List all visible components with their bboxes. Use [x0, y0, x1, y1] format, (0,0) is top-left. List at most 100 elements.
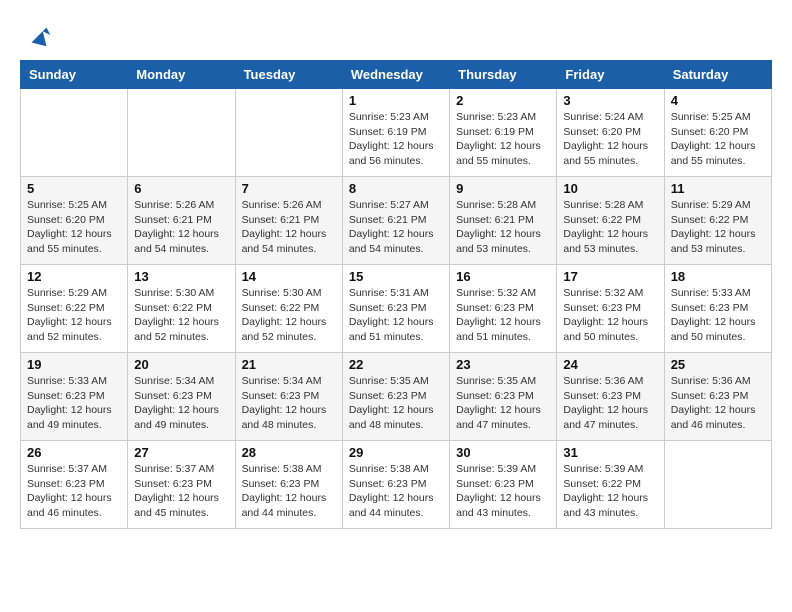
day-info: Sunrise: 5:26 AM Sunset: 6:21 PM Dayligh…	[242, 198, 336, 257]
day-info: Sunrise: 5:27 AM Sunset: 6:21 PM Dayligh…	[349, 198, 443, 257]
day-cell-27: 25 Sunrise: 5:36 AM Sunset: 6:23 PM Dayli…	[664, 353, 771, 441]
day-number: 21	[242, 357, 336, 372]
day-number: 24	[563, 357, 657, 372]
day-number: 29	[349, 445, 443, 460]
day-cell-15: 13Sunrise: 5:30 AM Sunset: 6:22 PM Dayli…	[128, 265, 235, 353]
day-number: 9	[456, 181, 550, 196]
day-number: 10	[563, 181, 657, 196]
day-info: Sunrise: 5:25 AM Sunset: 6:20 PM Dayligh…	[671, 110, 765, 169]
day-info: Sunrise: 5:38 AM Sunset: 6:23 PM Dayligh…	[349, 462, 443, 521]
day-number: 1	[349, 93, 443, 108]
day-number: 19	[27, 357, 121, 372]
week-row-5: 26 Sunrise: 5:37 AM Sunset: 6:23 PM Dayli…	[21, 441, 772, 529]
day-number: 7	[242, 181, 336, 196]
calendar-body: 1 Sunrise: 5:23 AM Sunset: 6:19 PM Daylig…	[21, 89, 772, 529]
day-info: Sunrise: 5:33 AM Sunset: 6:23 PM Dayligh…	[671, 286, 765, 345]
day-info: Sunrise: 5:37 AM Sunset: 6:23 PM Dayligh…	[134, 462, 228, 521]
day-cell-5: 3Sunrise: 5:24 AM Sunset: 6:20 PM Daylig…	[557, 89, 664, 177]
day-info: Sunrise: 5:28 AM Sunset: 6:21 PM Dayligh…	[456, 198, 550, 257]
day-info: Sunrise: 5:30 AM Sunset: 6:22 PM Dayligh…	[242, 286, 336, 345]
calendar-table: SundayMondayTuesdayWednesdayThursdayFrid…	[20, 60, 772, 529]
day-cell-25: 23 Sunrise: 5:35 AM Sunset: 6:23 PM Dayli…	[450, 353, 557, 441]
day-info: Sunrise: 5:35 AM Sunset: 6:23 PM Dayligh…	[349, 374, 443, 433]
day-cell-16: 14 Sunrise: 5:30 AM Sunset: 6:22 PM Dayli…	[235, 265, 342, 353]
day-number: 6	[134, 181, 228, 196]
page-header	[20, 20, 772, 50]
day-info: Sunrise: 5:33 AM Sunset: 6:23 PM Dayligh…	[27, 374, 121, 433]
day-info: Sunrise: 5:29 AM Sunset: 6:22 PM Dayligh…	[27, 286, 121, 345]
day-cell-6: 4 Sunrise: 5:25 AM Sunset: 6:20 PM Daylig…	[664, 89, 771, 177]
day-info: Sunrise: 5:34 AM Sunset: 6:23 PM Dayligh…	[134, 374, 228, 433]
day-info: Sunrise: 5:35 AM Sunset: 6:23 PM Dayligh…	[456, 374, 550, 433]
day-number: 2	[456, 93, 550, 108]
day-info: Sunrise: 5:23 AM Sunset: 6:19 PM Dayligh…	[349, 110, 443, 169]
day-info: Sunrise: 5:36 AM Sunset: 6:23 PM Dayligh…	[563, 374, 657, 433]
day-number: 20	[134, 357, 228, 372]
calendar-header: SundayMondayTuesdayWednesdayThursdayFrid…	[21, 61, 772, 89]
day-cell-22: 20 Sunrise: 5:34 AM Sunset: 6:23 PM Dayli…	[128, 353, 235, 441]
day-cell-28: 26 Sunrise: 5:37 AM Sunset: 6:23 PM Dayli…	[21, 441, 128, 529]
logo-icon	[24, 20, 54, 50]
day-number: 16	[456, 269, 550, 284]
weekday-monday: Monday	[128, 61, 235, 89]
day-number: 14	[242, 269, 336, 284]
day-number: 12	[27, 269, 121, 284]
day-cell-30: 28Sunrise: 5:38 AM Sunset: 6:23 PM Dayli…	[235, 441, 342, 529]
day-cell-24: 22 Sunrise: 5:35 AM Sunset: 6:23 PM Dayli…	[342, 353, 449, 441]
day-info: Sunrise: 5:32 AM Sunset: 6:23 PM Dayligh…	[563, 286, 657, 345]
week-row-2: 5 Sunrise: 5:25 AM Sunset: 6:20 PM Daylig…	[21, 177, 772, 265]
week-row-4: 19 Sunrise: 5:33 AM Sunset: 6:23 PM Dayli…	[21, 353, 772, 441]
day-info: Sunrise: 5:37 AM Sunset: 6:23 PM Dayligh…	[27, 462, 121, 521]
day-number: 17	[563, 269, 657, 284]
day-info: Sunrise: 5:28 AM Sunset: 6:22 PM Dayligh…	[563, 198, 657, 257]
day-cell-4: 2Sunrise: 5:23 AM Sunset: 6:19 PM Daylig…	[450, 89, 557, 177]
day-cell-29: 27 Sunrise: 5:37 AM Sunset: 6:23 PM Dayli…	[128, 441, 235, 529]
weekday-friday: Friday	[557, 61, 664, 89]
day-info: Sunrise: 5:26 AM Sunset: 6:21 PM Dayligh…	[134, 198, 228, 257]
day-info: Sunrise: 5:36 AM Sunset: 6:23 PM Dayligh…	[671, 374, 765, 433]
day-cell-0	[21, 89, 128, 177]
day-info: Sunrise: 5:39 AM Sunset: 6:23 PM Dayligh…	[456, 462, 550, 521]
day-cell-2	[235, 89, 342, 177]
day-number: 27	[134, 445, 228, 460]
day-info: Sunrise: 5:30 AM Sunset: 6:22 PM Dayligh…	[134, 286, 228, 345]
weekday-thursday: Thursday	[450, 61, 557, 89]
day-number: 23	[456, 357, 550, 372]
day-info: Sunrise: 5:31 AM Sunset: 6:23 PM Dayligh…	[349, 286, 443, 345]
day-cell-13: 11Sunrise: 5:29 AM Sunset: 6:22 PM Dayli…	[664, 177, 771, 265]
day-number: 26	[27, 445, 121, 460]
day-cell-21: 19 Sunrise: 5:33 AM Sunset: 6:23 PM Dayli…	[21, 353, 128, 441]
day-info: Sunrise: 5:25 AM Sunset: 6:20 PM Dayligh…	[27, 198, 121, 257]
day-number: 22	[349, 357, 443, 372]
day-number: 4	[671, 93, 765, 108]
logo	[20, 20, 54, 50]
day-cell-8: 6 Sunrise: 5:26 AM Sunset: 6:21 PM Daylig…	[128, 177, 235, 265]
day-cell-17: 15 Sunrise: 5:31 AM Sunset: 6:23 PM Dayli…	[342, 265, 449, 353]
day-number: 30	[456, 445, 550, 460]
weekday-tuesday: Tuesday	[235, 61, 342, 89]
day-cell-20: 18 Sunrise: 5:33 AM Sunset: 6:23 PM Dayli…	[664, 265, 771, 353]
day-cell-23: 21Sunrise: 5:34 AM Sunset: 6:23 PM Dayli…	[235, 353, 342, 441]
day-cell-9: 7 Sunrise: 5:26 AM Sunset: 6:21 PM Daylig…	[235, 177, 342, 265]
day-number: 5	[27, 181, 121, 196]
day-cell-14: 12 Sunrise: 5:29 AM Sunset: 6:22 PM Dayli…	[21, 265, 128, 353]
day-cell-3: 1 Sunrise: 5:23 AM Sunset: 6:19 PM Daylig…	[342, 89, 449, 177]
day-cell-7: 5 Sunrise: 5:25 AM Sunset: 6:20 PM Daylig…	[21, 177, 128, 265]
day-number: 15	[349, 269, 443, 284]
day-cell-32: 30 Sunrise: 5:39 AM Sunset: 6:23 PM Dayli…	[450, 441, 557, 529]
day-number: 8	[349, 181, 443, 196]
day-cell-10: 8 Sunrise: 5:27 AM Sunset: 6:21 PM Daylig…	[342, 177, 449, 265]
day-number: 18	[671, 269, 765, 284]
day-info: Sunrise: 5:32 AM Sunset: 6:23 PM Dayligh…	[456, 286, 550, 345]
day-number: 25	[671, 357, 765, 372]
day-number: 3	[563, 93, 657, 108]
day-cell-12: 10 Sunrise: 5:28 AM Sunset: 6:22 PM Dayli…	[557, 177, 664, 265]
day-info: Sunrise: 5:38 AM Sunset: 6:23 PM Dayligh…	[242, 462, 336, 521]
day-cell-31: 29 Sunrise: 5:38 AM Sunset: 6:23 PM Dayli…	[342, 441, 449, 529]
weekday-sunday: Sunday	[21, 61, 128, 89]
day-cell-11: 9 Sunrise: 5:28 AM Sunset: 6:21 PM Daylig…	[450, 177, 557, 265]
day-cell-1	[128, 89, 235, 177]
day-number: 31	[563, 445, 657, 460]
weekday-wednesday: Wednesday	[342, 61, 449, 89]
week-row-3: 12 Sunrise: 5:29 AM Sunset: 6:22 PM Dayli…	[21, 265, 772, 353]
